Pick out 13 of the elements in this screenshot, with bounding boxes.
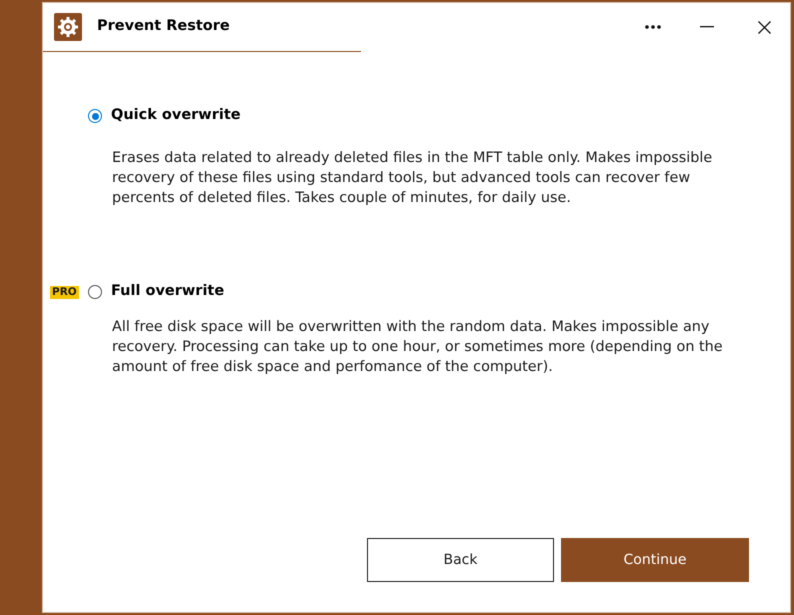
gear-icon	[54, 13, 82, 41]
minimize-icon[interactable]	[700, 26, 714, 28]
option-description: All free disk space will be overwritten with the random data. Makes impossible any recovery. Processing can take up to one hour, or sometimes more (depending on the amount of free disk space and perfomance of the computer).	[112, 318, 724, 377]
option-label[interactable]: Full overwrite	[111, 281, 224, 303]
radio-button[interactable]	[88, 109, 102, 123]
close-icon[interactable]	[758, 20, 771, 34]
back-button[interactable]: Back	[367, 538, 554, 582]
option-label[interactable]: Quick overwrite	[111, 105, 241, 127]
continue-button[interactable]: Continue	[561, 538, 749, 582]
option-description: Erases data related to already deleted files in the MFT table only. Makes impossible recovery of these files using standard tools, but advanced tools can recover few percents of deleted files. Takes couple of minutes, for daily use.	[112, 149, 714, 208]
pro-badge: PRO	[50, 286, 79, 298]
window-title: Prevent Restore	[97, 17, 230, 36]
radio-button[interactable]	[88, 285, 102, 299]
